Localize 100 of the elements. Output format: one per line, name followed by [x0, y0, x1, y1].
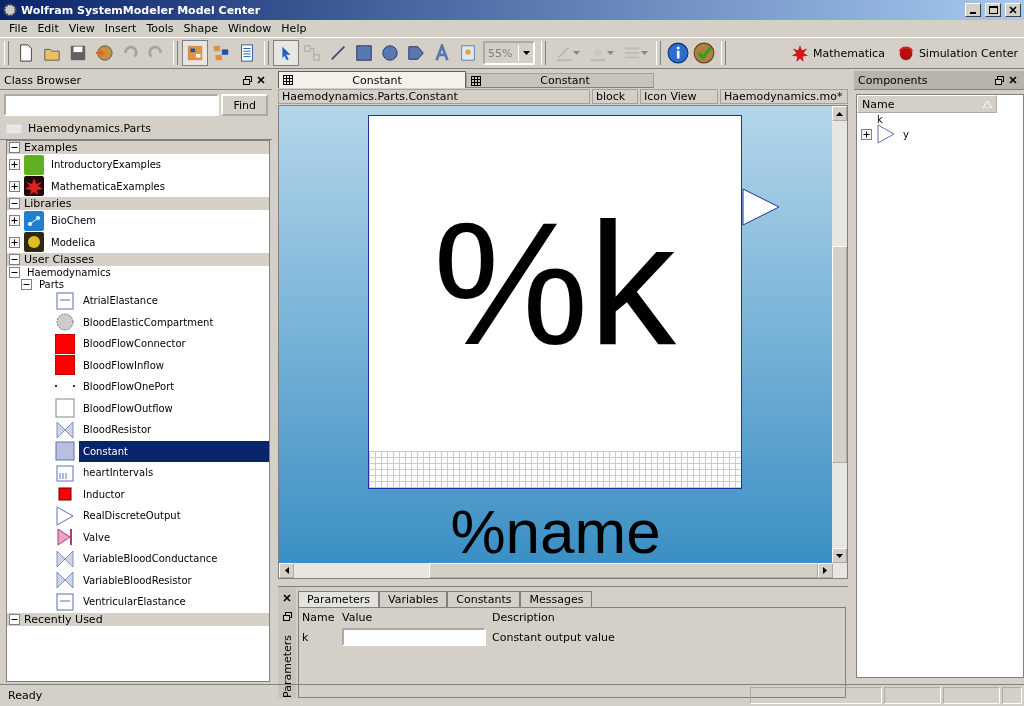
menu-item[interactable]: Insert	[99, 22, 142, 35]
circle-icon	[55, 312, 75, 333]
tree-item[interactable]: y	[900, 126, 912, 142]
maximize-button[interactable]	[985, 3, 1001, 17]
text-view-icon	[238, 44, 256, 62]
close-icon	[1009, 76, 1017, 84]
collapse-icon[interactable]	[21, 278, 32, 290]
app-button[interactable]: Simulation Center	[890, 40, 1024, 66]
expand-icon[interactable]	[9, 159, 20, 171]
scroll-down-button[interactable]	[832, 548, 847, 563]
panel-tab[interactable]: Messages	[520, 591, 593, 607]
search-field[interactable]	[4, 94, 220, 116]
resize-grip[interactable]	[1002, 687, 1022, 704]
minimize-button[interactable]	[965, 3, 981, 17]
float-icon	[994, 75, 1004, 85]
tree-item[interactable]: AtrialElastance	[79, 290, 269, 312]
document-tab[interactable]: Constant	[466, 73, 654, 88]
document-tab[interactable]: Constant	[278, 71, 466, 88]
tree-item[interactable]: VariableBloodConductance	[79, 548, 269, 570]
expand-icon[interactable]	[9, 180, 20, 192]
collapse-icon[interactable]	[9, 254, 20, 265]
star-burst-icon	[790, 44, 809, 62]
save-icon	[69, 44, 87, 62]
toolbar-button[interactable]	[665, 40, 691, 66]
diagram-view-icon	[212, 44, 230, 62]
tree-item[interactable]: Inductor	[79, 483, 269, 505]
collapse-icon[interactable]	[9, 613, 20, 625]
tree-item[interactable]: BloodFlowInflow	[79, 354, 269, 376]
pen-icon	[554, 44, 573, 62]
menu-item[interactable]: Window	[222, 22, 277, 35]
tree-item[interactable]: heartIntervals	[79, 462, 269, 484]
value-field[interactable]	[342, 628, 486, 646]
caret-icon	[836, 111, 843, 116]
tree-item[interactable]: VariableBloodResistor	[79, 569, 269, 591]
globe-icon	[95, 44, 113, 62]
tree-item[interactable]: k	[874, 111, 886, 127]
horizontal-scrollbar[interactable]	[279, 563, 847, 578]
menu-item[interactable]: View	[63, 22, 100, 35]
bitmap-icon	[459, 44, 477, 62]
polygon-icon	[407, 44, 425, 62]
flower-icon	[896, 44, 915, 62]
caret-icon	[640, 51, 648, 55]
tree-item[interactable]: VentricularElastance	[79, 591, 269, 613]
float-button[interactable]	[240, 73, 254, 87]
menu-item[interactable]: Edit	[32, 22, 64, 35]
tree-item[interactable]: BloodResistor	[79, 419, 269, 441]
info-icon	[667, 42, 689, 64]
text-tool-icon	[433, 44, 451, 62]
scroll-left-button[interactable]	[279, 563, 294, 578]
tree-item[interactable]: RealDiscreteOutput	[79, 505, 269, 527]
column-header: Value	[342, 611, 374, 624]
vertical-scrollbar[interactable]	[832, 106, 847, 563]
tree-item[interactable]: BloodFlowConnector	[79, 333, 269, 355]
toolbar-button[interactable]	[691, 40, 717, 66]
resistor-icon	[55, 548, 75, 569]
expand-icon[interactable]	[9, 236, 20, 248]
caret-icon	[606, 51, 614, 55]
find-button[interactable]: Find	[221, 94, 268, 116]
name-text: %name	[450, 501, 661, 563]
panel-tab[interactable]: Parameters	[298, 591, 379, 607]
menu-item[interactable]: Help	[276, 22, 312, 35]
close-button[interactable]	[1005, 3, 1021, 17]
caret-icon	[823, 567, 827, 574]
line-icon	[329, 44, 347, 62]
expand-icon[interactable]	[861, 128, 872, 140]
gear-icon	[24, 232, 44, 253]
collapse-icon[interactable]	[9, 266, 20, 278]
panel-tab[interactable]: Variables	[378, 591, 448, 607]
triangle-icon	[55, 505, 75, 526]
scroll-up-button[interactable]	[832, 106, 847, 121]
float-button[interactable]	[992, 73, 1006, 87]
tree-item[interactable]: Modelica	[48, 234, 99, 250]
grid-icon	[283, 75, 293, 85]
tree-item[interactable]: BloodElasticCompartment	[79, 311, 269, 333]
caret-icon	[572, 51, 580, 55]
expand-icon[interactable]	[9, 215, 20, 227]
tree-item[interactable]: MathematicaExamples	[48, 178, 168, 194]
collapse-icon[interactable]	[9, 142, 20, 153]
tree-item[interactable]: BioChem	[48, 213, 99, 229]
tree-item[interactable]: IntroductoryExamples	[48, 157, 165, 173]
float-icon	[282, 611, 292, 621]
panel-tab[interactable]: Constants	[447, 591, 521, 607]
menu-item[interactable]: Tools	[141, 22, 179, 35]
star-burst-icon	[24, 176, 44, 197]
tree-item[interactable]: BloodFlowOutflow	[79, 397, 269, 419]
caret-icon	[836, 553, 843, 558]
menu-item[interactable]: File	[4, 22, 33, 35]
app-button[interactable]: Mathematica	[784, 40, 891, 66]
tree-item[interactable]: BloodFlowOnePort	[79, 376, 269, 398]
icon-text: %k	[432, 196, 677, 371]
tree-item[interactable]: Constant	[79, 440, 269, 462]
collapse-icon[interactable]	[9, 198, 20, 209]
float-button[interactable]	[280, 609, 294, 623]
caret-icon	[284, 567, 289, 574]
column-header[interactable]: Name	[857, 95, 997, 113]
tree-item[interactable]: Valve	[79, 526, 269, 548]
info-field: Icon View	[640, 89, 718, 104]
menu-item[interactable]: Shape	[178, 22, 223, 35]
column-header: Description	[492, 611, 556, 624]
section-title[interactable]: Libraries	[24, 197, 72, 210]
